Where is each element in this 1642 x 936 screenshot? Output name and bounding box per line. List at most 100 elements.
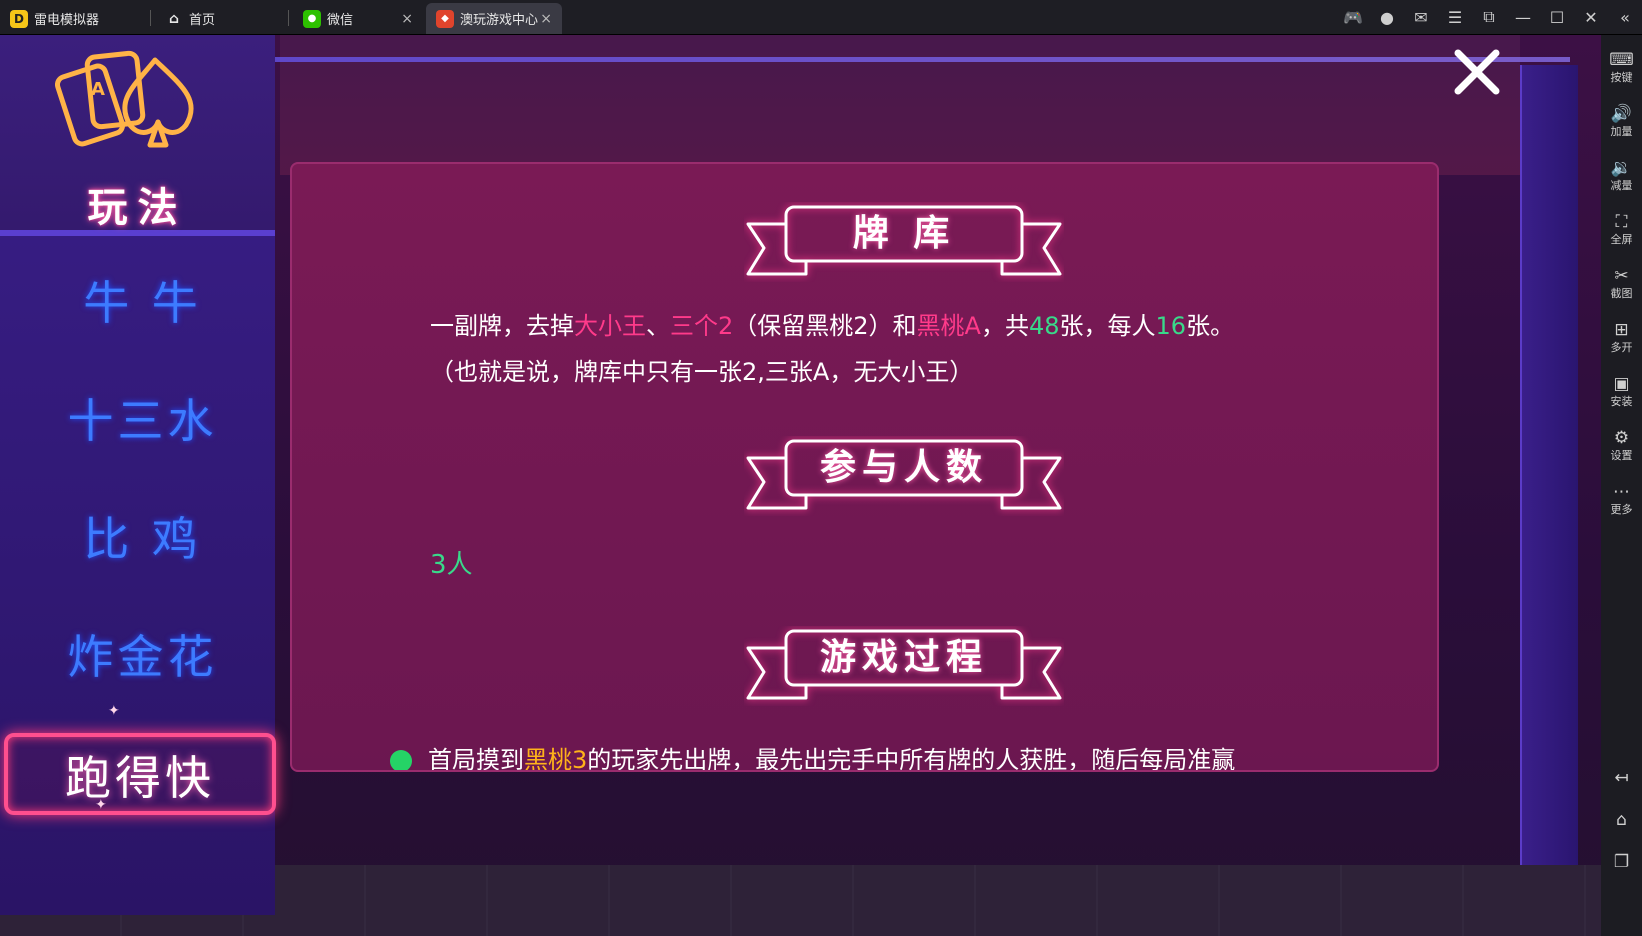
- tab-home[interactable]: ⌂ 首页: [155, 3, 285, 34]
- text-segment: 的玩家先出牌，最先出完手中所有牌的人获胜，随后每局准赢: [587, 746, 1236, 772]
- text-segment: 首局摸到: [428, 746, 524, 772]
- right-pillar: [1520, 65, 1578, 905]
- highlight-card-count: 48: [1028, 312, 1060, 340]
- text-segment: 一副牌，去掉: [430, 312, 574, 340]
- close-window-icon[interactable]: ✕: [1574, 8, 1608, 27]
- home-icon: ⌂: [1616, 810, 1627, 830]
- sparkle-icon: ✦: [108, 703, 120, 719]
- toolbar-settings[interactable]: ⚙ 设置: [1601, 427, 1642, 463]
- toolbar-label: 加量: [1610, 125, 1633, 138]
- apk-icon: ▣: [1613, 374, 1630, 394]
- toolbar-volume-up[interactable]: 🔊 加量: [1601, 103, 1642, 139]
- keyboard-icon: ⌨: [1609, 50, 1634, 70]
- section-banner-deck: 牌 库: [744, 202, 1064, 282]
- volume-down-icon: 🔉: [1610, 158, 1633, 178]
- game-viewport: A 玩法 牛 牛 十三水 比 鸡 炸金花 跑得快 ✦ ✦ 牌 库 一副牌，去掉大…: [0, 35, 1601, 936]
- highlight-three-twos: 三个2: [670, 312, 734, 340]
- menu-item-biji[interactable]: 比 鸡: [10, 503, 275, 569]
- toolbar-home[interactable]: ⌂: [1601, 809, 1642, 831]
- home-icon: ⌂: [168, 10, 180, 27]
- window-controls: 🎮 ● ✉ ☰ ⧉ — ☐ ✕ «: [1336, 0, 1642, 34]
- rules-content-panel: 牌 库 一副牌，去掉大小王、三个2（保留黑桃2）和黑桃A，共48张，每人16张。…: [290, 162, 1439, 772]
- wechat-icon: ●: [303, 9, 321, 28]
- section-banner-players: 参与人数: [744, 436, 1064, 516]
- menu-icon[interactable]: ☰: [1438, 8, 1472, 27]
- text-segment: 张。: [1186, 312, 1235, 340]
- background-wall: [280, 35, 1520, 175]
- highlight-spade-ace: 黑桃A: [916, 312, 981, 340]
- tab-divider: [150, 10, 151, 26]
- minimize-icon[interactable]: —: [1506, 8, 1540, 27]
- multi-instance-icon: ⊞: [1614, 320, 1629, 340]
- close-icon[interactable]: [1452, 47, 1502, 97]
- mail-icon[interactable]: ✉: [1404, 8, 1438, 27]
- toolbar-keymap[interactable]: ⌨ 按键: [1601, 49, 1642, 85]
- fullscreen-icon: ⛶: [1615, 212, 1628, 232]
- rules-menu-header: A 玩法: [0, 35, 275, 236]
- toolbar-label: 按键: [1610, 71, 1633, 84]
- deck-description-line1: 一副牌，去掉大小王、三个2（保留黑桃2）和黑桃A，共48张，每人16张。: [430, 306, 1234, 341]
- rules-title: 玩法: [87, 185, 188, 231]
- text-segment: （保留黑桃2）和: [733, 312, 917, 340]
- maximize-icon[interactable]: ☐: [1540, 8, 1574, 27]
- toolbar-label: 截图: [1610, 287, 1633, 300]
- section-banner-process: 游戏过程: [744, 626, 1064, 706]
- menu-item-zhajinhua[interactable]: 炸金花: [10, 621, 275, 687]
- section-title: 游戏过程: [819, 637, 988, 678]
- highlight-jokers: 大小王: [574, 312, 646, 340]
- highlight-spade-three: 黑桃3: [524, 746, 588, 772]
- emulator-toolbar: ⌨ 按键 🔊 加量 🔉 减量 ⛶ 全屏 ✂ 截图 ⊞ 多开 ▣ 安装 ⚙ 设置 …: [1601, 35, 1642, 936]
- emulator-titlebar: D 雷电模拟器 ⌂ 首页 ● 微信 × ◆ 澳玩游戏中心 × 🎮 ● ✉ ☰ ⧉…: [0, 0, 1642, 35]
- bullet-icon: [390, 750, 412, 770]
- toolbar-fullscreen[interactable]: ⛶ 全屏: [1601, 211, 1642, 247]
- toolbar-volume-down[interactable]: 🔉 减量: [1601, 157, 1642, 193]
- process-description-line1: 首局摸到黑桃3的玩家先出牌，最先出完手中所有牌的人获胜，随后每局准赢: [390, 740, 1236, 772]
- menu-item-paodekuai[interactable]: 跑得快: [4, 733, 276, 815]
- close-icon[interactable]: ×: [540, 11, 552, 27]
- restore-icon[interactable]: ⧉: [1472, 7, 1506, 27]
- tab-emulator[interactable]: D 雷电模拟器: [0, 3, 145, 34]
- toolbar-label: 设置: [1610, 449, 1633, 462]
- menu-item-shisanshui[interactable]: 十三水: [10, 385, 275, 451]
- toolbar-install-apk[interactable]: ▣ 安装: [1601, 373, 1642, 409]
- scissors-icon: ✂: [1614, 266, 1629, 286]
- toolbar-back[interactable]: ↤: [1601, 767, 1642, 789]
- close-icon[interactable]: ×: [401, 11, 413, 27]
- toolbar-label: 减量: [1610, 179, 1633, 192]
- toolbar-label: 更多: [1610, 503, 1633, 516]
- toolbar-multi-instance[interactable]: ⊞ 多开: [1601, 319, 1642, 355]
- section-title: 参与人数: [819, 447, 988, 488]
- text-segment: 张，每人: [1059, 312, 1156, 340]
- text-segment: 、: [646, 312, 670, 340]
- account-icon[interactable]: ●: [1370, 8, 1404, 27]
- tab-label: 微信: [327, 13, 354, 28]
- more-icon: ⋯: [1613, 482, 1630, 502]
- back-icon: ↤: [1614, 768, 1629, 788]
- toolbar-label: 安装: [1610, 395, 1633, 408]
- tab-label: 首页: [189, 13, 216, 28]
- tab-label: 雷电模拟器: [34, 13, 100, 28]
- collapse-sidebar-icon[interactable]: «: [1608, 8, 1642, 27]
- game-center-icon: ◆: [436, 9, 454, 28]
- section-title: 牌 库: [852, 213, 956, 254]
- toolbar-screenshot[interactable]: ✂ 截图: [1601, 265, 1642, 301]
- gamepad-icon[interactable]: 🎮: [1336, 8, 1370, 27]
- volume-up-icon: 🔊: [1610, 104, 1633, 124]
- svg-text:A: A: [91, 79, 105, 100]
- cards-spade-logo-icon: A: [55, 50, 194, 148]
- rules-menu: A 玩法 牛 牛 十三水 比 鸡 炸金花 跑得快 ✦ ✦: [0, 35, 276, 915]
- menu-item-niuniu[interactable]: 牛 牛: [10, 267, 275, 333]
- text-segment: ，共: [980, 312, 1029, 340]
- tab-game-center[interactable]: ◆ 澳玩游戏中心 ×: [426, 3, 562, 34]
- sparkle-icon: ✦: [95, 797, 107, 813]
- player-count: 3人: [430, 550, 473, 580]
- gear-icon: ⚙: [1613, 428, 1630, 448]
- toolbar-more[interactable]: ⋯ 更多: [1601, 481, 1642, 517]
- tab-divider: [288, 10, 289, 26]
- leidian-logo-icon: D: [10, 9, 28, 28]
- recent-apps-icon: ❐: [1613, 852, 1630, 872]
- highlight-cards-per-player: 16: [1155, 312, 1187, 340]
- tab-wechat[interactable]: ● 微信 ×: [293, 3, 423, 34]
- toolbar-label: 多开: [1610, 341, 1633, 354]
- toolbar-recent-apps[interactable]: ❐: [1601, 851, 1642, 873]
